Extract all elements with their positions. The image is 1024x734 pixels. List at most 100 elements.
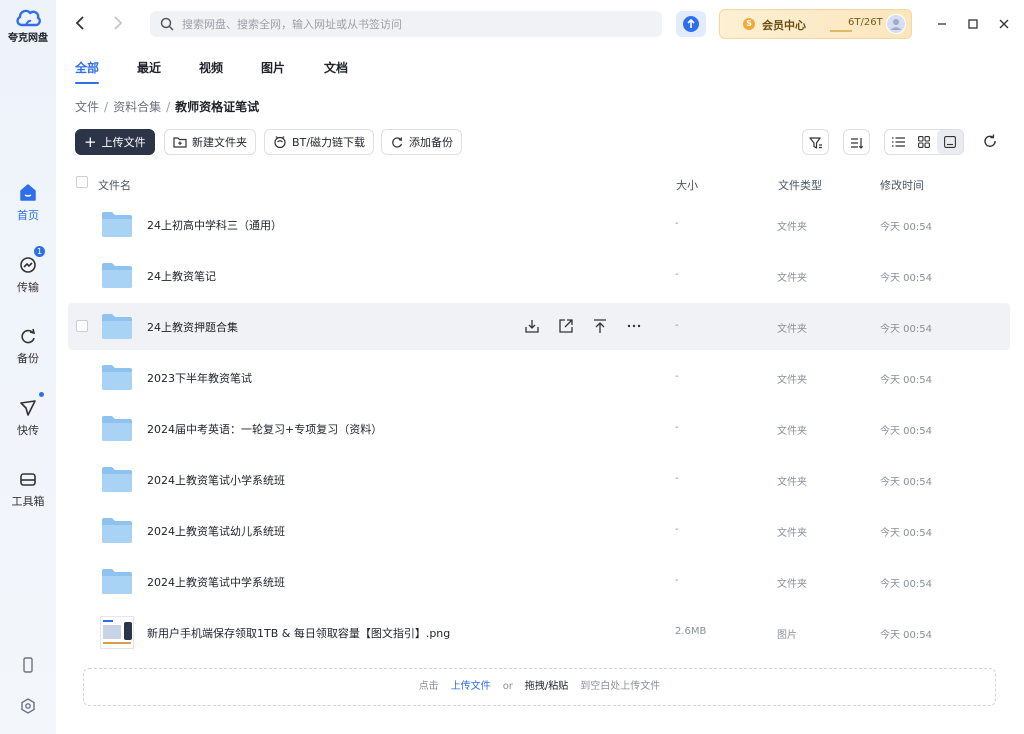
file-size: - [675,320,679,331]
file-modified: 今天 00:54 [880,273,932,284]
upload-drop-zone[interactable]: 点击 上传文件 or 拖拽/粘贴 到空白处上传文件 [83,668,996,706]
file-type: 文件夹 [777,477,807,488]
settings-icon [21,698,35,714]
dropzone-upload-link[interactable]: 上传文件 [451,681,491,692]
upload-tray-button[interactable] [676,11,706,37]
search-box[interactable] [150,11,662,37]
column-type[interactable]: 文件类型 [778,177,822,193]
file-size: - [675,218,679,229]
folder-icon [102,569,132,594]
breadcrumb-collection[interactable]: 资料合集 [113,100,161,114]
filter-icon [809,137,822,149]
file-modified: 今天 00:54 [880,426,932,437]
table-row[interactable]: 24上教资押题合集 - 文件夹 今天 00:54 [68,303,1010,350]
add-backup-label: 添加备份 [409,136,453,149]
file-type: 文件夹 [777,375,807,386]
download-button[interactable] [523,317,541,335]
file-name: 24上初高中学科三（通用） [147,219,282,232]
file-list-header: 文件名 大小 文件类型 修改时间 [56,170,1024,196]
folder-icon [102,365,132,390]
minimize-button[interactable] [932,14,952,34]
image-thumbnail [100,616,134,649]
row-checkbox[interactable] [76,320,88,332]
maximize-button[interactable] [963,14,983,34]
cloud-logo-icon [16,9,41,27]
settings-button[interactable] [0,697,56,719]
share-button[interactable] [557,317,575,335]
add-backup-button[interactable]: 添加备份 [381,129,462,155]
sort-button[interactable] [843,129,870,155]
table-row[interactable]: 24上初高中学科三（通用） - 文件夹 今天 00:54 [68,201,1010,248]
grid-view-button[interactable] [911,130,937,154]
vip-center-link[interactable]: 会员中心 [762,17,806,33]
folder-icon [102,416,132,441]
file-type: 文件夹 [777,222,807,233]
table-row[interactable]: 2024上教资笔试小学系统班 - 文件夹 今天 00:54 [68,456,1010,503]
forward-button[interactable] [106,12,128,34]
phone-button[interactable] [0,656,56,678]
search-icon [160,17,174,31]
tab-document[interactable]: 文档 [324,59,348,76]
new-folder-button[interactable]: 新建文件夹 [164,129,256,155]
breadcrumb: 文件 / 资料合集 / 教师资格证笔试 [75,98,259,115]
grid-view-icon [918,136,930,148]
view-mode-group [884,129,964,155]
file-size: - [675,575,679,586]
file-modified: 今天 00:54 [880,579,932,590]
file-name: 2024届中考英语：一轮复习+专项复习（资料） [147,423,383,436]
sidebar-item-backup[interactable]: 备份 [0,325,56,366]
column-size[interactable]: 大小 [676,177,698,193]
table-row[interactable]: 2024上教资笔试中学系统班 - 文件夹 今天 00:54 [68,558,1010,605]
upload-file-button[interactable]: + 上传文件 [75,129,155,155]
user-icon [890,19,902,30]
avatar[interactable] [886,14,906,34]
file-modified: 今天 00:54 [880,222,932,233]
top-bar: S 会员中心 6T/26T [56,0,1024,48]
column-name[interactable]: 文件名 [98,177,131,193]
more-button[interactable] [625,317,643,335]
transfer-icon: 1 [17,246,45,276]
chevron-left-icon [75,16,84,30]
file-size: - [675,269,679,280]
tab-video[interactable]: 视频 [199,59,223,76]
minimize-icon [938,23,946,25]
sidebar-item-label: 备份 [17,352,39,365]
quota-bar [830,30,852,32]
breadcrumb-files[interactable]: 文件 [75,100,99,114]
quick-send-dot [39,392,44,397]
refresh-button[interactable] [980,132,1000,152]
table-row[interactable]: 新用户手机端保存领取1TB & 每日领取容量【图文指引】.png 2.6MB 图… [68,609,1010,656]
search-input[interactable] [182,11,652,37]
file-type: 文件夹 [777,324,807,335]
file-name: 24上教资押题合集 [147,321,238,334]
sidebar-item-toolbox[interactable]: 工具箱 [0,468,56,509]
folder-icon [102,518,132,543]
close-button[interactable] [994,14,1014,34]
table-row[interactable]: 24上教资笔记 - 文件夹 今天 00:54 [68,252,1010,299]
sidebar-item-transfer[interactable]: 1 传输 [0,246,56,295]
tab-image[interactable]: 图片 [261,59,285,76]
table-row[interactable]: 2024上教资笔试幼儿系统班 - 文件夹 今天 00:54 [68,507,1010,554]
filter-button[interactable] [802,129,829,155]
preview-view-icon [944,136,956,148]
tab-all[interactable]: 全部 [75,59,100,84]
sort-icon [851,138,864,149]
column-modified[interactable]: 修改时间 [880,177,924,193]
table-row[interactable]: 2023下半年教资笔试 - 文件夹 今天 00:54 [68,354,1010,401]
file-type: 文件夹 [777,579,807,590]
sidebar-item-quick-send[interactable]: 快传 [0,392,56,438]
back-button[interactable] [70,12,92,34]
select-all-checkbox[interactable] [76,176,88,188]
move-to-top-button[interactable] [591,317,609,335]
app-logo[interactable]: 夸克网盘 [0,6,56,44]
dropzone-drag-text: 拖拽/粘贴 [524,681,569,692]
list-view-button[interactable] [885,130,911,154]
table-row[interactable]: 2024届中考英语：一轮复习+专项复习（资料） - 文件夹 今天 00:54 [68,405,1010,452]
bt-download-button[interactable]: BT/磁力链下载 [264,129,374,155]
sidebar-item-home[interactable]: 首页 [0,182,56,223]
close-icon [999,19,1009,29]
tab-recent[interactable]: 最近 [137,59,161,76]
preview-view-button[interactable] [937,130,963,154]
upload-arrow-icon [683,16,699,32]
share-icon [559,319,573,333]
